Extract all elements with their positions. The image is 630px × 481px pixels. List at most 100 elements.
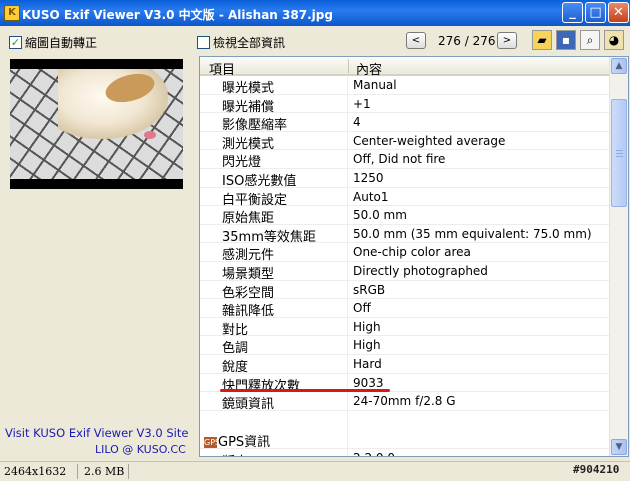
table-row[interactable]: 色調 High <box>200 336 610 357</box>
column-divider <box>347 76 348 94</box>
section-label: GPSGPS資訊 <box>204 431 270 450</box>
column-divider <box>347 354 348 373</box>
row-item: 鏡頭資訊 <box>222 397 275 413</box>
scroll-down-arrow-icon[interactable]: ▼ <box>611 439 627 455</box>
row-item: 色彩空間 <box>222 285 275 301</box>
auto-rotate-checkbox[interactable]: ✓ 縮圖自動轉正 <box>9 34 97 51</box>
save-icon[interactable]: ▪ <box>556 30 576 50</box>
checkbox-unchecked-icon[interactable] <box>197 36 210 49</box>
row-item: 銳度 <box>222 359 249 375</box>
row-value: sRGB <box>353 282 386 297</box>
table-row[interactable]: 影像壓縮率 4 <box>200 113 610 134</box>
file-size: 2.6 MB <box>84 465 125 478</box>
table-row[interactable]: 快門釋放次數 9033 <box>200 373 610 394</box>
show-all-checkbox[interactable]: 檢視全部資訊 <box>197 34 285 51</box>
title-bar: K KUSO Exif Viewer V3.0 中文版 - Alishan 38… <box>0 0 630 26</box>
table-row[interactable]: 原始焦距 50.0 mm <box>200 206 610 227</box>
row-value: Hard <box>353 356 382 371</box>
row-item: 測光模式 <box>222 136 275 152</box>
next-button[interactable]: > <box>497 32 517 49</box>
row-value: One-chip color area <box>353 245 471 260</box>
table-row[interactable]: 35mm等效焦距 50.0 mm (35 mm equivalent: 75.0 … <box>200 224 610 245</box>
previous-button[interactable]: < <box>406 32 426 49</box>
column-divider <box>347 448 348 456</box>
row-item: 場景類型 <box>222 266 275 282</box>
table-row[interactable]: 曝光補償 +1 <box>200 94 610 115</box>
row-item: 色調 <box>222 341 249 357</box>
auto-rotate-label: 縮圖自動轉正 <box>25 36 98 50</box>
table-row[interactable]: 色彩空間 sRGB <box>200 280 610 301</box>
section-title: GPS資訊 <box>218 434 271 450</box>
table-row[interactable]: 場景類型 Directly photographed <box>200 261 610 282</box>
dog-tongue <box>144 131 156 139</box>
zoom-icon[interactable]: ⌕ <box>580 30 600 50</box>
table-row[interactable]: 白平衡設定 Auto1 <box>200 187 610 208</box>
status-bar: 2464x1632 2.6 MB <box>0 461 630 481</box>
row-value: 50.0 mm <box>353 208 407 223</box>
minimize-button[interactable]: _ <box>562 2 583 23</box>
show-all-label: 檢視全部資訊 <box>213 36 286 50</box>
status-divider <box>77 464 78 479</box>
maximize-button[interactable]: □ <box>585 2 606 23</box>
table-body: 曝光模式 Manual 曝光補償 +1 影像壓縮率 4 測光模式 Center-weighte… <box>200 76 610 456</box>
column-divider <box>347 224 348 243</box>
close-button[interactable]: ✕ <box>608 2 629 23</box>
row-item: 版本 <box>222 451 248 456</box>
vertical-scrollbar[interactable]: ▲ ▼ <box>609 57 628 456</box>
column-divider <box>347 187 348 206</box>
table-row[interactable]: 雜訊降低 Off <box>200 299 610 320</box>
row-value: +1 <box>353 96 371 111</box>
column-divider <box>347 336 348 354</box>
row-item: 影像壓縮率 <box>222 118 288 134</box>
column-divider <box>347 94 348 113</box>
row-item: ISO感光數值 <box>222 173 297 189</box>
image-counter: 276 / 276 <box>438 34 496 48</box>
visit-site-link[interactable]: Visit KUSO Exif Viewer V3.0 Site <box>5 426 188 440</box>
column-divider <box>347 299 348 317</box>
table-row[interactable]: 感測元件 One-chip color area <box>200 243 610 263</box>
column-divider <box>347 113 348 131</box>
table-row[interactable]: 鏡頭資訊 24-70mm f/2.8 G <box>200 392 610 413</box>
scroll-up-arrow-icon[interactable]: ▲ <box>611 58 627 74</box>
palette-icon[interactable]: ◕ <box>604 30 624 50</box>
column-divider <box>347 392 348 410</box>
table-row[interactable]: 閃光燈 Off, Did not fire <box>200 150 610 170</box>
exif-table: 項目 內容 曝光模式 Manual 曝光補償 +1 影像壓縮率 4 測光模式 Center-w… <box>199 56 629 457</box>
table-row[interactable]: ISO感光數值 1250 <box>200 168 610 189</box>
row-value: 9033 <box>353 375 384 390</box>
row-value: 1250 <box>353 170 384 185</box>
row-value: Directly photographed <box>353 263 488 278</box>
status-divider <box>128 464 129 479</box>
table-section-row[interactable]: GPSGPS資訊 <box>200 410 610 450</box>
row-value: High <box>353 319 381 334</box>
row-value: Off <box>353 301 371 316</box>
row-item: 35mm等效焦距 <box>222 229 316 245</box>
column-divider <box>347 168 348 187</box>
app-icon: K <box>4 5 20 21</box>
table-row[interactable]: 對比 High <box>200 317 610 338</box>
scroll-thumb[interactable] <box>611 99 627 207</box>
grip-line <box>616 156 623 157</box>
column-divider <box>347 243 348 261</box>
row-item: 原始焦距 <box>222 211 275 227</box>
row-value: High <box>353 338 381 353</box>
image-dimensions: 2464x1632 <box>4 465 67 478</box>
folder-open-icon[interactable]: ▰ <box>532 30 552 50</box>
table-row[interactable]: 測光模式 Center-weighted average <box>200 131 610 152</box>
row-item: 白平衡設定 <box>222 192 288 208</box>
table-row[interactable]: 曝光模式 Manual <box>200 76 610 96</box>
credit-text: LILO @ KUSO.CC <box>95 443 186 456</box>
column-divider[interactable] <box>348 59 349 73</box>
photo-thumbnail <box>10 59 183 189</box>
column-divider <box>347 131 348 150</box>
row-value: Manual <box>353 78 397 92</box>
row-item: 對比 <box>222 322 249 338</box>
table-row[interactable]: 版本 2.2.0.0 <box>200 448 610 456</box>
checkbox-checked-icon[interactable]: ✓ <box>9 36 22 49</box>
row-item: 雜訊降低 <box>222 304 275 320</box>
column-divider <box>347 280 348 299</box>
grip-line <box>616 150 623 151</box>
row-value: 24-70mm f/2.8 G <box>353 394 456 409</box>
row-value: Center-weighted average <box>353 133 506 148</box>
table-row[interactable]: 銳度 Hard <box>200 354 610 375</box>
